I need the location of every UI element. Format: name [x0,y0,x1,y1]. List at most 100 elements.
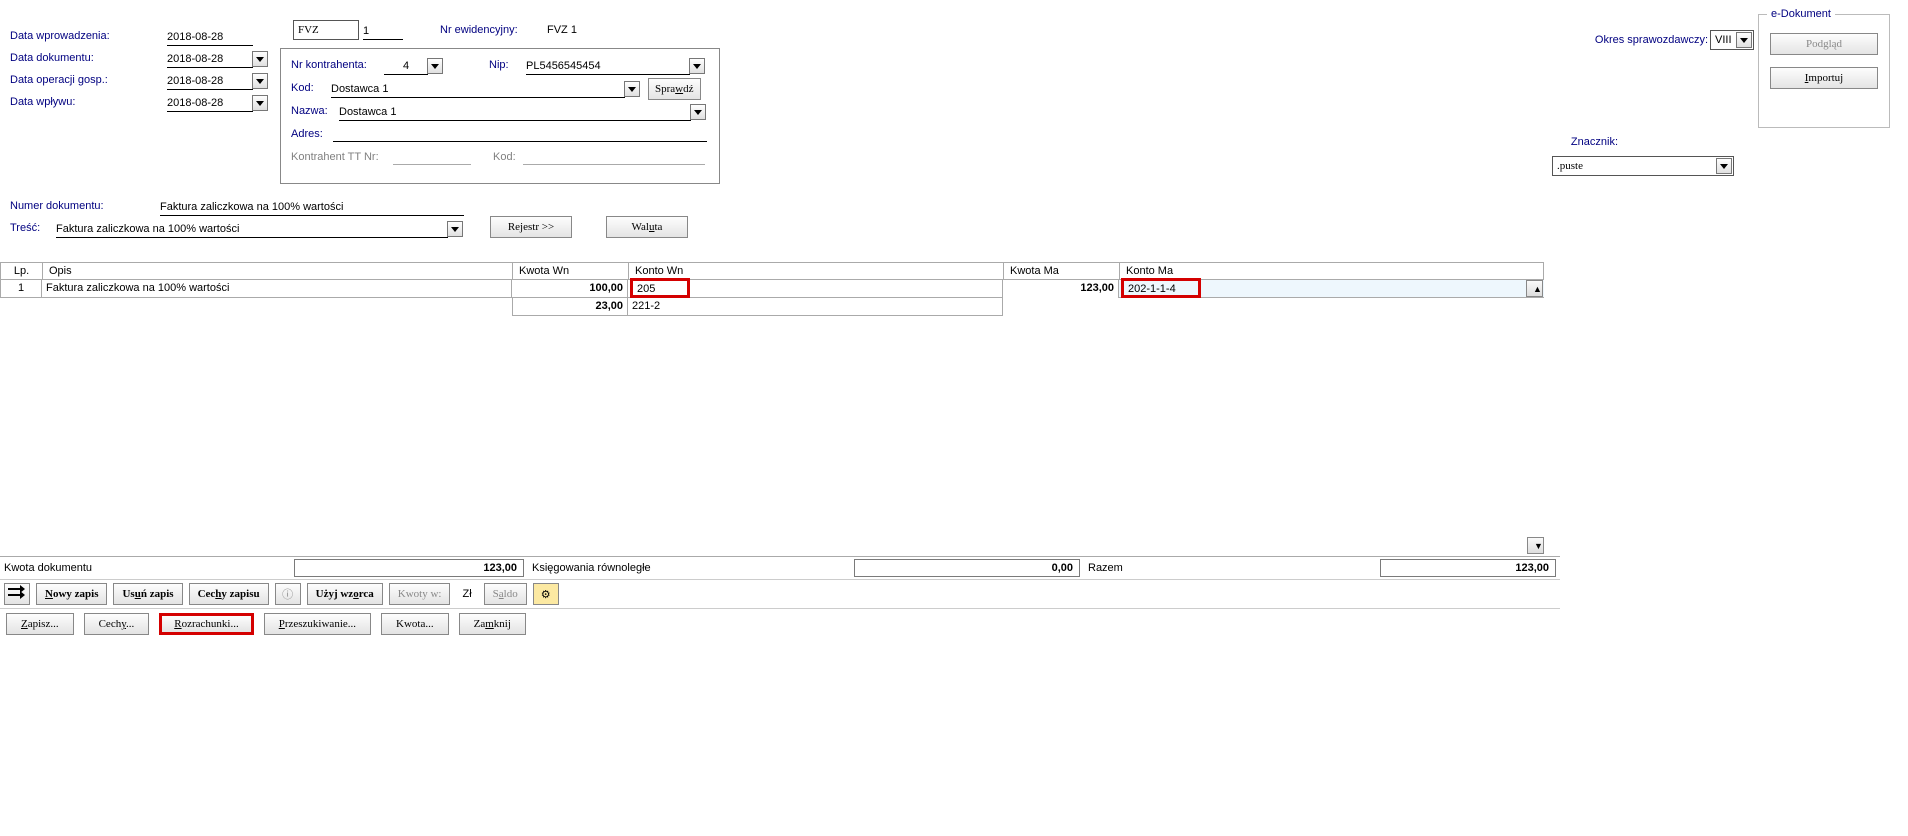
attributes-button[interactable]: Cechy... [84,613,150,635]
marker-dropdown[interactable] [1716,158,1732,174]
check-button[interactable]: Sprawdź [648,78,701,100]
doc-number-label: Numer dokumentu: [10,200,104,212]
parallel-label: Księgowania równoległe [524,562,854,574]
cell-konto-wn[interactable]: 221-2 [628,298,1003,316]
entry-attrs-button[interactable]: Cechy zapisu [189,583,269,605]
currency-label: Zł [456,588,477,600]
contractor-tt-kod-field [523,151,705,165]
contractor-nip-field[interactable]: PL5456545454 [526,59,690,75]
grid-row[interactable]: 1 Faktura zaliczkowa na 100% wartości 10… [0,280,1544,298]
total-label: Razem [1080,562,1380,574]
doc-content-dropdown[interactable] [447,221,463,237]
contractor-code-label: Kod: [291,82,314,94]
col-lp[interactable]: Lp. [1,263,43,279]
date-op-value[interactable]: 2018-08-28 [167,74,253,90]
col-konto-wn[interactable]: Konto Wn [629,263,1004,279]
edoc-import-button[interactable]: Importuj [1770,67,1878,89]
gear-icon[interactable]: ⚙ [533,583,559,605]
contractor-code-field[interactable]: Dostawca 1 [331,82,625,98]
edoc-group: e-Dokument Podgląd Importuj [1758,14,1890,128]
cell-lp: 1 [0,280,42,298]
entries-grid: Lp. Opis Kwota Wn Konto Wn Kwota Ma Kont… [0,262,1544,316]
contractor-name-label: Nazwa: [291,105,328,117]
registry-button[interactable]: Rejestr >> [490,216,572,238]
total-value: 123,00 [1380,559,1556,577]
date-receipt-value[interactable]: 2018-08-28 [167,96,253,112]
balance-button: Saldo [484,583,527,605]
cell-kwota-wn[interactable]: 23,00 [512,298,628,316]
date-receipt-label: Data wpływu: [10,96,75,108]
cell-kwota-ma[interactable]: 123,00 [1003,280,1119,298]
cell-kwota-ma[interactable] [1003,298,1119,316]
contractor-nip-label: Nip: [489,59,509,71]
amounts-in-button: Kwoty w: [389,583,451,605]
contractor-tt-kod-label: Kod: [493,151,516,163]
konto-ma-highlight: 202-1-1-4 [1121,278,1201,298]
use-template-button[interactable]: Użyj wzorca [307,583,383,605]
edoc-preview-button: Podgląd [1770,33,1878,55]
date-op-dropdown[interactable] [252,73,268,89]
date-doc-dropdown[interactable] [252,51,268,67]
cell-konto-wn[interactable]: 205 [628,280,1003,298]
contractor-code-dropdown[interactable] [624,81,640,97]
cell-opis[interactable]: Faktura zaliczkowa na 100% wartości [42,280,512,298]
date-op-label: Data operacji gosp.: [10,74,108,86]
contractor-address-label: Adres: [291,128,323,140]
cell-opis[interactable] [42,298,512,316]
date-doc-value[interactable]: 2018-08-28 [167,52,253,68]
entry-toolbar: Nowy zapis Usuń zapis Cechy zapisu ⓘ Uży… [0,579,1560,608]
marker-label: Znacznik: [1571,136,1618,148]
date-doc-label: Data dokumentu: [10,52,94,64]
cell-konto-ma[interactable] [1119,298,1544,316]
col-kwota-wn[interactable]: Kwota Wn [513,263,629,279]
scroll-down-icon[interactable]: ▼ [1527,537,1544,554]
grid-header-row: Lp. Opis Kwota Wn Konto Wn Kwota Ma Kont… [0,262,1544,280]
parallel-value: 0,00 [854,559,1080,577]
col-konto-ma[interactable]: Konto Ma [1120,263,1544,279]
doc-number-field[interactable]: Faktura zaliczkowa na 100% wartości [160,200,464,216]
cell-lp [0,298,42,316]
doc-content-field[interactable]: Faktura zaliczkowa na 100% wartości [56,222,448,238]
new-entry-button[interactable]: Nowy zapis [36,583,107,605]
contractor-tt-nr-field [393,151,471,165]
contractor-nr-field[interactable]: 4 [384,59,428,75]
cell-konto-ma[interactable]: 202-1-1-4 [1119,280,1544,298]
doc-content-label: Treść: [10,222,40,234]
date-entry-label: Data wprowadzenia: [10,30,110,42]
edoc-title: e-Dokument [1767,8,1835,20]
grid-row[interactable]: 23,00 221-2 [0,298,1544,316]
period-dropdown[interactable] [1736,32,1752,48]
arrows-icon[interactable] [4,583,30,605]
contractor-name-field[interactable]: Dostawca 1 [339,105,691,121]
contractor-address-field[interactable] [333,128,707,142]
date-entry-value: 2018-08-28 [167,30,253,46]
date-receipt-dropdown[interactable] [252,95,268,111]
ev-number-value: FVZ 1 [547,24,577,36]
doc-seq-field[interactable]: 1 [363,24,403,40]
marker-select[interactable]: .puste [1552,156,1734,176]
contractor-name-dropdown[interactable] [690,104,706,120]
contractor-nr-label: Nr kontrahenta: [291,59,367,71]
ev-number-label: Nr ewidencyjny: [440,24,518,36]
amount-button[interactable]: Kwota... [381,613,449,635]
delete-entry-button[interactable]: Usuń zapis [113,583,182,605]
entry-info-icon: ⓘ [275,583,301,605]
close-button[interactable]: Zamknij [459,613,526,635]
settlements-button[interactable]: Rozrachunki... [159,613,253,635]
col-opis[interactable]: Opis [43,263,513,279]
contractor-panel: Nr kontrahenta: 4 Nip: PL5456545454 Kod:… [280,48,720,184]
currency-button[interactable]: Waluta [606,216,688,238]
contractor-tt-label: Kontrahent TT Nr: [291,151,379,163]
period-label: Okres sprawozdawczy: [1595,34,1708,46]
doc-type-select[interactable]: FVZ [293,20,359,40]
totals-bar: Kwota dokumentu 123,00 Księgowania równo… [0,556,1560,579]
contractor-nip-dropdown[interactable] [689,58,705,74]
doc-amount-value: 123,00 [294,559,524,577]
search-button[interactable]: Przeszukiwanie... [264,613,371,635]
save-button[interactable]: Zapisz... [6,613,74,635]
contractor-nr-dropdown[interactable] [427,58,443,74]
doc-amount-label: Kwota dokumentu [4,562,294,574]
cell-kwota-wn[interactable]: 100,00 [512,280,628,298]
scroll-up-icon[interactable]: ▲ [1526,280,1543,297]
col-kwota-ma[interactable]: Kwota Ma [1004,263,1120,279]
